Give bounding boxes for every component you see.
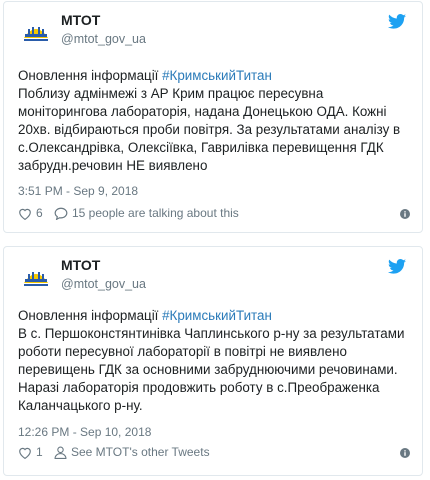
hashtag-link[interactable]: #КримськийТитан [162,308,272,323]
twitter-bird-icon[interactable] [388,14,406,29]
tweet-header: МТОТ @mtot_gov_ua [18,255,410,299]
mtot-logo[interactable] [22,20,50,44]
twitter-bird-icon[interactable] [388,259,406,274]
profile-action[interactable]: See MTOT's other Tweets [54,445,210,459]
author-name[interactable]: МТОТ [61,255,100,275]
tweet-card: МТОТ @mtot_gov_ua Оновлення інформації #… [3,246,423,476]
tweet-header: МТОТ @mtot_gov_ua [18,10,410,54]
mtot-logo[interactable] [22,265,50,289]
tweet-actions: 1 See MTOT's other Tweets [18,445,410,465]
conversation-action[interactable]: 15 people are talking about this [54,206,239,220]
tweet-actions: 6 15 people are talking about this [18,206,410,226]
like-action[interactable]: 1 [18,445,43,459]
tweet-text-rest: В с. Першоконстянтинівка Чаплинського р-… [18,326,405,413]
like-action[interactable]: 6 [18,206,43,220]
like-count: 1 [36,445,43,459]
author-handle[interactable]: @mtot_gov_ua [61,30,146,48]
info-icon[interactable] [400,209,410,219]
person-icon [54,446,67,459]
tweet-timestamp[interactable]: 12:26 PM - Sep 10, 2018 [18,425,151,439]
hashtag-link[interactable]: #КримськийТитан [162,68,272,83]
tweet-timestamp[interactable]: 3:51 PM - Sep 9, 2018 [18,184,138,198]
like-count: 6 [36,206,43,220]
tweet-text: Оновлення інформації #КримськийТитан Поб… [18,67,414,175]
heart-icon [19,447,31,459]
tweet-text-prefix: Оновлення інформації [18,68,163,83]
tweet-text-prefix: Оновлення інформації [18,308,163,323]
profile-label: See MTOT's other Tweets [71,445,210,459]
author-handle[interactable]: @mtot_gov_ua [61,275,146,293]
tweet-text: Оновлення інформації #КримськийТитан В с… [18,307,414,415]
tweet-text-rest: Поблизу адмінмежі з АР Крим працює перес… [18,86,401,173]
info-icon[interactable] [400,448,410,458]
heart-icon [19,208,31,220]
conversation-label: 15 people are talking about this [72,206,239,220]
author-name[interactable]: МТОТ [61,10,100,30]
speech-bubble-icon [54,207,68,220]
tweet-card: МТОТ @mtot_gov_ua Оновлення інформації #… [3,1,423,233]
